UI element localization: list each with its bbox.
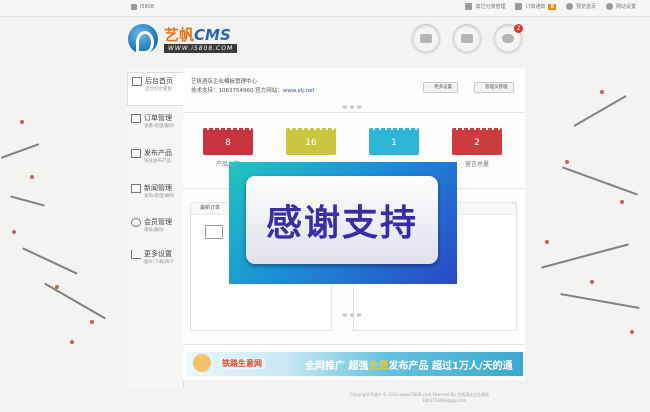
user-info: i5808 <box>131 4 154 10</box>
thanks-text: 感谢支持 <box>265 202 418 244</box>
stat-card-2[interactable]: 16 <box>286 126 336 155</box>
sidebar-item-news[interactable]: 新闻管理 发布/管理/删除 <box>127 180 183 214</box>
username: i5808 <box>140 4 155 10</box>
pager-dots-top <box>343 105 361 109</box>
notification-badge: 2 <box>514 24 523 33</box>
sidebar-item-home[interactable]: 后台首页 后台综合看板 <box>127 72 184 106</box>
logo[interactable]: 艺帆CMS WWW.i5808.COM <box>128 22 238 58</box>
mascot-icon <box>193 354 211 372</box>
link-orders[interactable]: 订单通知 8 <box>515 3 556 10</box>
contact-email: 1063754960@qq.com <box>422 398 467 403</box>
dashboard-icon <box>132 77 142 86</box>
chat-icon <box>502 33 514 43</box>
thanks-card: 感谢支持 <box>246 176 438 264</box>
mail-icon <box>131 114 141 123</box>
stat-card-products[interactable]: 8 产品总数 <box>203 126 253 168</box>
top-links: 其它分类管理 订单通知 8 预览首页 网站设置 <box>465 3 636 10</box>
user-icon <box>131 4 137 10</box>
banner-right-text: 全网推广 超强免费发布产品 超过1万人/天的通 <box>305 361 513 372</box>
gear-icon <box>605 3 613 10</box>
cloud-icon <box>565 3 573 10</box>
sidebar-item-products[interactable]: 发布产品 快速发布产品 <box>127 145 183 179</box>
link-settings[interactable]: 网站设置 <box>605 3 636 10</box>
truck-icon <box>461 33 473 43</box>
thanks-overlay: 感谢支持 <box>229 162 457 284</box>
banner-left-text: 铁路生意网 <box>219 358 265 369</box>
divider <box>183 344 525 345</box>
top-bar: i5808 其它分类管理 订单通知 8 预览首页 网站设置 <box>0 0 650 17</box>
admin-manage-button[interactable]: 管理员管理 <box>474 82 514 93</box>
edit-icon <box>131 149 141 158</box>
footer: Copyright Right © 2012 www.i5808.com Pow… <box>350 392 489 404</box>
home-button[interactable] <box>412 24 440 52</box>
support-line: 技术支持：1063754960 官方网站：www.xlj.net <box>191 88 315 94</box>
copyright: Copyright Right © 2012 www.i5808.com Pow… <box>350 392 490 397</box>
sidebar-item-orders[interactable]: 订单管理 查看/处理/删除 <box>127 110 183 144</box>
cart-icon <box>205 225 223 239</box>
delivery-button[interactable] <box>453 24 481 52</box>
sidebar-item-members[interactable]: 会员管理 审核/删除 <box>127 214 183 248</box>
logo-url: WWW.i5808.COM <box>164 44 238 53</box>
welcome-title: 艺帆酒店企业模板管理中心 <box>191 79 258 85</box>
sidebar-item-settings[interactable]: 更多设置 图片/下载/简介 <box>127 246 183 280</box>
link-preview[interactable]: 预览首页 <box>565 3 596 10</box>
link-category[interactable]: 其它分类管理 <box>465 3 505 10</box>
sidebar: 后台首页 后台综合看板 订单管理 查看/处理/删除 发布产品 快速发布产品 新闻管理发… <box>127 68 184 388</box>
order-icon <box>515 3 523 10</box>
news-icon <box>131 184 141 193</box>
order-badge: 8 <box>548 3 556 10</box>
stat-card-3[interactable]: 1 <box>369 126 419 155</box>
doc-icon <box>465 3 473 10</box>
users-icon <box>131 218 141 227</box>
chart-icon <box>131 250 141 259</box>
pager-dots-bottom <box>343 313 361 317</box>
logo-mark <box>128 24 158 54</box>
stat-card-messages[interactable]: 2 留言总量 <box>452 126 502 168</box>
network-icon <box>420 33 432 43</box>
logo-name: 艺帆CMS <box>164 26 231 44</box>
site-link[interactable]: www.xlj.net <box>283 88 315 94</box>
welcome-info: 艺帆酒店企业模板管理中心 技术支持：1063754960 官方网站：www.xl… <box>191 78 315 96</box>
ad-banner[interactable]: 铁路生意网 全网推广 超强免费发布产品 超过1万人/天的通 <box>187 352 523 376</box>
more-settings-button[interactable]: 更多设置 <box>423 82 458 93</box>
divider <box>183 112 525 113</box>
